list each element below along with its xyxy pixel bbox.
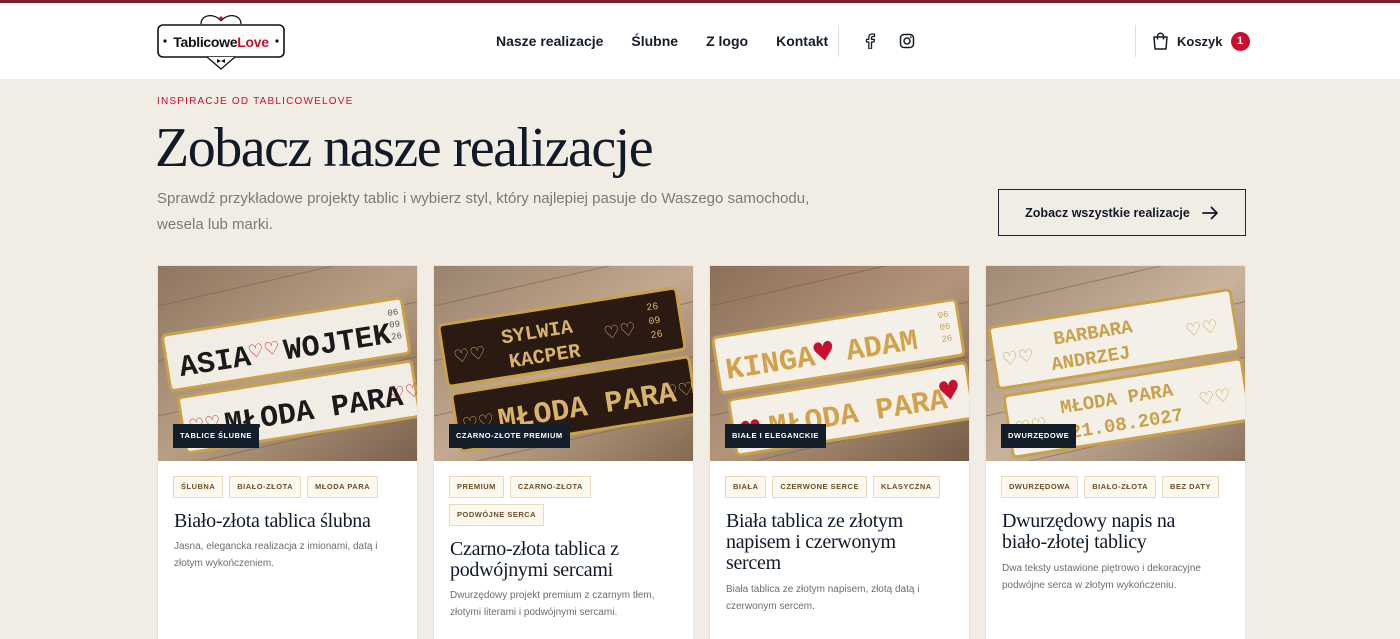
site-logo[interactable]: TablicoweLove xyxy=(157,12,285,72)
nav-item-kontakt[interactable]: Kontakt xyxy=(776,33,828,49)
hero-lead: Sprawdź przykładowe projekty tablic i wy… xyxy=(157,190,810,233)
tag[interactable]: BIAŁO-ZŁOTA xyxy=(1084,476,1157,498)
shopping-bag-icon xyxy=(1153,32,1168,50)
tag[interactable]: MŁODA PARA xyxy=(307,476,379,498)
cart-button[interactable]: Koszyk 1 xyxy=(1152,30,1250,52)
red-heart-icon: ♥ xyxy=(936,375,964,408)
page-title: Zobacz nasze realizacje xyxy=(155,117,654,179)
card-description: Jasna, elegancka realizacja z imionami, … xyxy=(174,541,378,569)
heart-outline-icon: ♡♡ xyxy=(388,380,417,406)
plate-date-day: 06 xyxy=(387,307,399,319)
category-badge: DWURZĘDOWE xyxy=(1001,424,1077,448)
tag-list: DWURZĘDOWA BIAŁO-ZŁOTA BEZ DATY xyxy=(1001,476,1236,504)
nav-item-slubne[interactable]: Ślubne xyxy=(631,33,678,49)
tag[interactable]: BEZ DATY xyxy=(1162,476,1219,498)
plate-date-month: 09 xyxy=(648,316,662,329)
tag[interactable]: BIAŁA xyxy=(725,476,767,498)
plate-date-month: 09 xyxy=(389,319,401,331)
facebook-icon[interactable] xyxy=(861,32,879,50)
plate-date-month: 06 xyxy=(939,321,951,333)
red-heart-icon: ♥ xyxy=(810,336,838,369)
nav-divider xyxy=(838,25,839,57)
tag[interactable]: CZARNO-ZŁOTA xyxy=(509,476,591,498)
tag[interactable]: DWURZĘDOWA xyxy=(1001,476,1079,498)
cart-label: Koszyk xyxy=(1177,33,1223,49)
nav-item-z-logo[interactable]: Z logo xyxy=(706,33,748,49)
plate-date-day: 26 xyxy=(646,302,660,315)
tag[interactable]: KLASYCZNA xyxy=(872,476,940,498)
card-title[interactable]: Biało-złota tablica ślubna xyxy=(174,511,409,532)
cart-count-badge: 1 xyxy=(1230,31,1250,51)
category-badge: TABLICE ŚLUBNE xyxy=(173,424,259,448)
tag[interactable]: ŚLUBNA xyxy=(173,476,224,498)
tag[interactable]: CZERWONE SERCE xyxy=(772,476,867,498)
plate-date-day: 06 xyxy=(937,310,949,322)
category-badge: CZARNO-ZŁOTE PREMIUM xyxy=(449,424,570,448)
category-badge: BIAŁE I ELEGANCKIE xyxy=(725,424,826,448)
tag-list: ŚLUBNA BIAŁO-ZŁOTA MŁODA PARA xyxy=(173,476,408,504)
see-all-button-label: Zobacz wszystkie realizacje xyxy=(1025,205,1190,220)
logo-text-love: Love xyxy=(237,34,269,50)
tag[interactable]: BIAŁO-ZŁOTA xyxy=(229,476,302,498)
hero-eyebrow: INSPIRACJE OD TABLICOWELOVE xyxy=(157,96,354,107)
tag[interactable]: PODWÓJNE SERCA xyxy=(449,504,545,526)
card-title[interactable]: Czarno-złota tablica z podwójnymi sercam… xyxy=(450,539,685,581)
site-header: TablicoweLove Nasze realizacje Ślubne Z … xyxy=(0,3,1400,79)
tag-list: PREMIUM CZARNO-ZŁOTA PODWÓJNE SERCA xyxy=(449,476,684,532)
nav-item-realizacje[interactable]: Nasze realizacje xyxy=(496,33,603,49)
card-description: Dwa teksty ustawione piętrowo i dekoracy… xyxy=(1002,563,1201,591)
tag-list: BIAŁA CZERWONE SERCE KLASYCZNA xyxy=(725,476,960,504)
plate-date-year: 26 xyxy=(650,329,664,342)
realizations-grid: ASIA ♡♡ WOJTEK 06 09 26 ♡♡ MŁODA PARA ♡♡… xyxy=(157,265,1247,639)
see-all-button[interactable]: Zobacz wszystkie realizacje xyxy=(998,189,1246,236)
tag[interactable]: PREMIUM xyxy=(449,476,504,498)
instagram-icon[interactable] xyxy=(898,32,916,50)
card-description: Dwurzędowy projekt premium z czarnym tłe… xyxy=(450,590,655,618)
realization-card[interactable]: KINGA ♥ ADAM 06 06 26 ♥ MŁODA PARA ♥ BIA… xyxy=(709,265,970,639)
plate-date-year: 26 xyxy=(941,333,953,345)
card-description: Biała tablica ze złotym napisem, złotą d… xyxy=(726,584,920,612)
realization-card[interactable]: ♡♡ SYLWIA KACPER ♡♡ 26 09 26 ♡♡ MŁODA PA… xyxy=(433,265,694,639)
realization-card[interactable]: ASIA ♡♡ WOJTEK 06 09 26 ♡♡ MŁODA PARA ♡♡… xyxy=(157,265,418,639)
plate-date-year: 26 xyxy=(391,331,403,343)
card-title[interactable]: Biała tablica ze złotym napisem i czerwo… xyxy=(726,511,946,574)
main-nav: Nasze realizacje Ślubne Z logo Kontakt xyxy=(496,3,856,79)
realization-card[interactable]: ♡♡ BARBARA ANDRZEJ ♡♡ ♡♡ MŁODA PARA 21.0… xyxy=(985,265,1246,639)
arrow-right-icon xyxy=(1201,206,1218,219)
logo-text-tablicowe: Tablicowe xyxy=(173,34,238,50)
card-title[interactable]: Dwurzędowy napis na biało-złotej tablicy xyxy=(1002,511,1224,553)
cart-divider xyxy=(1135,25,1136,57)
